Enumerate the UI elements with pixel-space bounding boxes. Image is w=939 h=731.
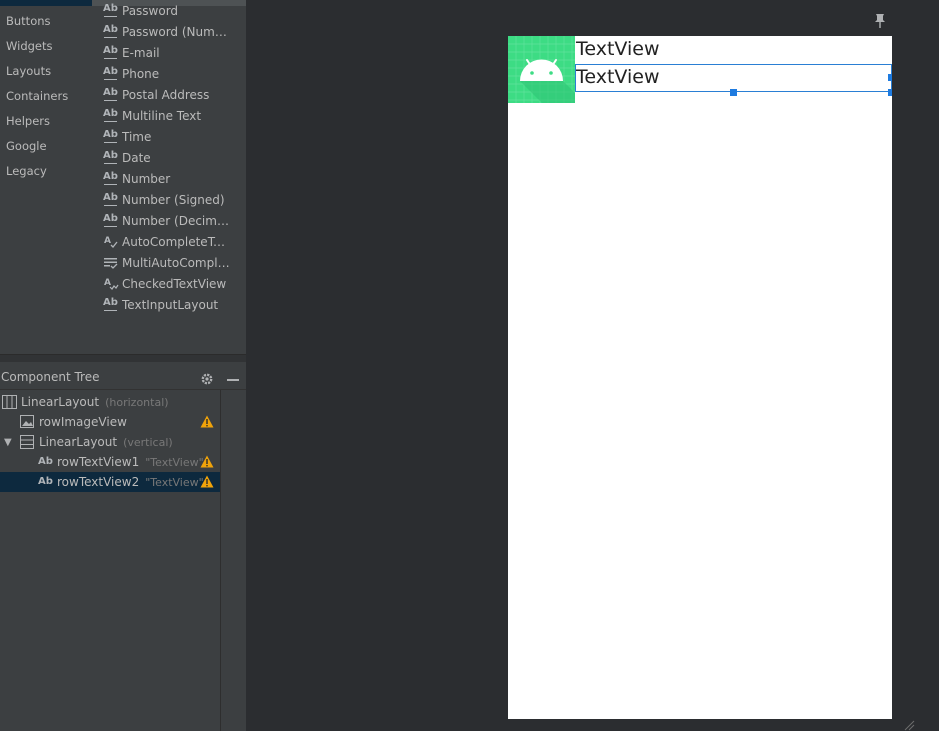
palette-item-label: Number (Signed) (122, 193, 225, 207)
ab-text-icon: Ab (103, 129, 119, 145)
palette-item[interactable]: Ab Password (Numer... (103, 22, 230, 42)
svg-text:A: A (104, 278, 111, 288)
palette-item-label: Postal Address (122, 88, 210, 102)
palette-item-label: CheckedTextView (122, 277, 227, 291)
category-layouts[interactable]: Layouts (6, 61, 51, 81)
palette-item[interactable]: MultiAutoComple... (103, 253, 230, 273)
palette-item-label: Password (122, 4, 179, 18)
row-text-view-2[interactable]: TextView (576, 66, 660, 88)
tree-node-hint: (vertical) (123, 435, 173, 449)
category-containers[interactable]: Containers (6, 86, 68, 106)
autocomplete-icon: A (103, 234, 119, 250)
multiautocomplete-icon (103, 255, 119, 271)
panel-splitter[interactable] (0, 354, 246, 362)
category-widgets[interactable]: Widgets (6, 36, 53, 56)
resize-handle-bottom-right[interactable] (888, 89, 892, 96)
svg-text:A: A (104, 236, 111, 246)
tree-node-rowtextview1[interactable]: Ab rowTextView1 "TextView" (0, 452, 220, 472)
tree-node-linearlayout-vertical[interactable]: ▼ LinearLayout (vertical) (0, 432, 220, 452)
gear-icon[interactable] (200, 372, 214, 386)
ab-text-icon: Ab (103, 297, 119, 313)
palette-item[interactable]: Ab Multiline Text (103, 106, 230, 126)
resize-handle-right[interactable] (888, 74, 892, 81)
tree-node-linearlayout-horizontal[interactable]: LinearLayout (horizontal) (0, 392, 220, 412)
category-buttons[interactable]: Buttons (6, 11, 51, 31)
category-helpers[interactable]: Helpers (6, 111, 50, 131)
palette-item-label: Number (122, 172, 171, 186)
category-legacy[interactable]: Legacy (6, 161, 47, 181)
palette-item-label: Time (122, 130, 152, 144)
palette-panel: Buttons Widgets Layouts Containers Helpe… (0, 0, 246, 354)
palette-item[interactable]: Ab E-mail (103, 43, 230, 63)
palette-item-label: Password (Numer... (122, 25, 230, 39)
palette-item[interactable]: Ab Number (Decimal) (103, 211, 230, 231)
ab-text-icon: Ab (103, 24, 119, 40)
palette-item[interactable]: A AutoCompleteTex... (103, 232, 230, 252)
palette-item-label: E-mail (122, 46, 160, 60)
warning-icon[interactable] (200, 475, 214, 488)
palette-category-list: Buttons Widgets Layouts Containers Helpe… (0, 0, 92, 354)
ab-text-icon: Ab (103, 213, 119, 229)
pin-icon[interactable] (874, 12, 886, 30)
tree-node-hint: (horizontal) (105, 395, 169, 409)
ab-text-icon: Ab (103, 87, 119, 103)
component-tree-title: Component Tree (1, 370, 100, 384)
palette-item-label: Number (Decimal) (122, 214, 230, 228)
vertical-layout-icon (20, 435, 36, 449)
tree-node-rowtextview2[interactable]: Ab rowTextView2 "TextView" (0, 472, 220, 492)
category-google[interactable]: Google (6, 136, 47, 156)
device-preview[interactable] (508, 36, 892, 719)
ab-text-icon: Ab (103, 66, 119, 82)
component-tree-header: Component Tree (0, 366, 246, 390)
palette-item-label: Date (122, 151, 151, 165)
android-robot-icon (508, 36, 575, 103)
component-tree: LinearLayout (horizontal) rowImageView ▼… (0, 390, 221, 731)
ab-text-icon: Ab (103, 45, 119, 61)
warning-icon[interactable] (200, 415, 214, 428)
tree-node-label: rowImageView (39, 415, 127, 429)
tree-node-label: LinearLayout (39, 435, 118, 449)
palette-item-label: MultiAutoComple... (122, 256, 230, 270)
row-image-view[interactable] (508, 36, 575, 103)
minimize-icon[interactable] (227, 379, 239, 381)
checked-text-icon: A (103, 276, 119, 292)
component-tree-panel: Component Tree LinearLayout (horizontal)… (0, 362, 246, 731)
tree-node-label: rowTextView1 (57, 455, 140, 469)
ab-text-icon: Ab (103, 3, 119, 19)
palette-item[interactable]: Ab Number (Signed) (103, 190, 230, 210)
warning-icon[interactable] (200, 455, 214, 468)
palette-item-label: Phone (122, 67, 160, 81)
tree-node-hint: "TextView" (145, 475, 204, 489)
ab-text-icon: Ab (103, 192, 119, 208)
palette-item-label: TextInputLayout (122, 298, 219, 312)
tree-node-label: LinearLayout (21, 395, 100, 409)
tree-node-label: rowTextView2 (57, 475, 140, 489)
selected-category-indicator (0, 0, 92, 6)
horizontal-layout-icon (2, 395, 18, 409)
palette-item[interactable]: Ab Password (103, 1, 230, 21)
image-icon (20, 415, 36, 429)
tree-node-hint: "TextView" (145, 455, 204, 469)
palette-item[interactable]: Ab Number (103, 169, 230, 189)
ab-text-icon: Ab (38, 456, 53, 467)
palette-item[interactable]: Ab Phone (103, 64, 230, 84)
palette-item[interactable]: Ab TextInputLayout (103, 295, 230, 315)
canvas-resize-corner-icon[interactable] (903, 719, 915, 731)
ab-text-icon: Ab (103, 171, 119, 187)
row-text-view-1[interactable]: TextView (576, 38, 660, 60)
expand-arrow-icon[interactable]: ▼ (4, 437, 16, 448)
palette-item[interactable]: A CheckedTextView (103, 274, 230, 294)
tree-node-rowimageview[interactable]: rowImageView (0, 412, 220, 432)
ab-text-icon: Ab (38, 476, 53, 487)
palette-item[interactable]: Ab Date (103, 148, 230, 168)
resize-handle-bottom[interactable] (730, 89, 737, 96)
palette-item[interactable]: Ab Time (103, 127, 230, 147)
palette-item-label: Multiline Text (122, 109, 202, 123)
ab-text-icon: Ab (103, 108, 119, 124)
palette-item[interactable]: Ab Postal Address (103, 85, 230, 105)
palette-item-label: AutoCompleteTex... (122, 235, 230, 249)
ab-text-icon: Ab (103, 150, 119, 166)
